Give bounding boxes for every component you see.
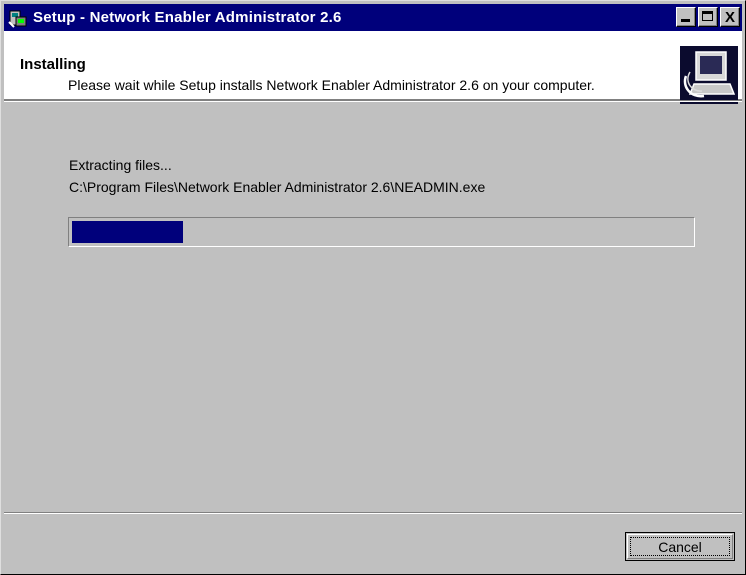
page-title: Installing [20, 56, 86, 73]
window-title: Setup - Network Enabler Administrator 2.… [33, 9, 342, 26]
progress-fill [72, 221, 183, 243]
cancel-button[interactable]: Cancel [625, 532, 735, 561]
setup-window: Setup - Network Enabler Administrator 2.… [0, 0, 746, 575]
minimize-icon[interactable] [676, 7, 696, 27]
footer-divider [4, 512, 742, 514]
header-divider [4, 100, 742, 102]
page-description: Please wait while Setup installs Network… [68, 77, 595, 93]
title-buttons: X [674, 7, 740, 27]
maximize-icon[interactable] [698, 7, 718, 27]
setup-icon [8, 8, 28, 28]
title-bar[interactable]: Setup - Network Enabler Administrator 2.… [4, 4, 742, 31]
status-text: Extracting files... [69, 157, 172, 173]
cancel-button-label: Cancel [658, 538, 702, 555]
close-icon[interactable]: X [720, 7, 740, 27]
wizard-header: Installing Please wait while Setup insta… [4, 31, 742, 104]
current-file-path: C:\Program Files\Network Enabler Adminis… [69, 179, 486, 195]
computer-install-icon [680, 46, 738, 104]
install-progress-bar [68, 217, 695, 247]
